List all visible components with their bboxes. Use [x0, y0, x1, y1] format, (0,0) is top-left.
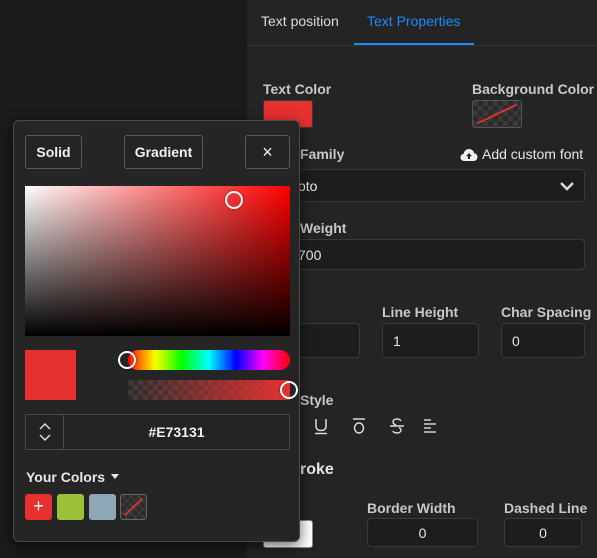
- add-custom-font-button[interactable]: Add custom font: [460, 146, 583, 162]
- overline-icon[interactable]: [349, 416, 369, 436]
- saved-color-swatch[interactable]: [89, 494, 116, 520]
- no-color-slash-icon: [477, 103, 517, 125]
- line-height-input[interactable]: 1: [382, 323, 479, 358]
- underline-icon[interactable]: [311, 416, 331, 436]
- dashed-line-label: Dashed Line: [504, 500, 588, 516]
- char-spacing-input[interactable]: 0: [501, 323, 585, 358]
- no-color-slash-icon: [124, 498, 143, 516]
- saturation-handle[interactable]: [225, 190, 244, 209]
- color-preview: [25, 350, 76, 400]
- dashed-line-value: 0: [539, 524, 547, 541]
- your-colors-label: Your Colors: [26, 469, 106, 485]
- border-width-value: 0: [418, 524, 427, 541]
- strikethrough-icon[interactable]: [387, 416, 407, 436]
- solid-button[interactable]: Solid: [25, 135, 82, 169]
- hex-input-group: #E73131: [25, 414, 290, 450]
- tab-text-properties[interactable]: Text Properties: [367, 13, 460, 29]
- add-color-button[interactable]: +: [25, 494, 52, 520]
- text-color-label: Text Color: [263, 81, 332, 97]
- your-colors-dropdown[interactable]: Your Colors: [26, 469, 120, 485]
- border-width-input[interactable]: 0: [367, 518, 478, 547]
- color-picker-popup: Solid Gradient × #E73131 Your Colors +: [13, 120, 300, 542]
- add-custom-font-label: Add custom font: [482, 146, 584, 162]
- border-width-label: Border Width: [367, 500, 456, 516]
- text-style-label: Style: [300, 392, 334, 408]
- gradient-button[interactable]: Gradient: [124, 135, 203, 169]
- line-height-label: Line Height: [382, 304, 459, 320]
- dashed-line-input[interactable]: 0: [504, 518, 582, 547]
- font-weight-value: 700: [298, 246, 322, 263]
- saved-color-swatch[interactable]: [57, 494, 84, 520]
- tab-bar: Text position Text Properties: [247, 0, 597, 46]
- font-weight-label: Weight: [300, 220, 347, 236]
- font-family-value: oto: [298, 177, 318, 194]
- saturation-brightness-area[interactable]: [25, 186, 290, 336]
- stroke-heading: roke: [300, 461, 334, 478]
- app-stage: Text position Text Properties Text Color…: [0, 0, 597, 558]
- hue-slider-handle[interactable]: [118, 351, 136, 369]
- char-spacing-value: 0: [512, 332, 520, 349]
- align-left-icon[interactable]: [421, 416, 441, 436]
- alpha-slider[interactable]: [128, 380, 298, 400]
- color-mode-toggle[interactable]: [26, 415, 64, 449]
- active-tab-indicator: [354, 43, 474, 45]
- char-spacing-label: Char Spacing: [501, 304, 592, 320]
- background-color-swatch[interactable]: [472, 100, 522, 128]
- hex-value-input[interactable]: #E73131: [64, 415, 289, 449]
- line-height-value: 1: [393, 332, 401, 349]
- alpha-slider-handle[interactable]: [280, 381, 298, 399]
- chevron-down-icon: [560, 182, 574, 191]
- tab-text-position[interactable]: Text position: [261, 13, 339, 29]
- hue-slider[interactable]: [118, 350, 290, 370]
- up-down-chevron-icon: [39, 422, 51, 442]
- cloud-upload-icon: [460, 149, 478, 161]
- background-color-label: Background Color: [472, 81, 595, 97]
- font-family-label: Family: [300, 146, 345, 162]
- no-color-swatch[interactable]: [120, 494, 147, 520]
- alpha-gradient: [128, 380, 290, 400]
- caret-down-icon: [111, 474, 120, 479]
- close-button[interactable]: ×: [245, 135, 290, 169]
